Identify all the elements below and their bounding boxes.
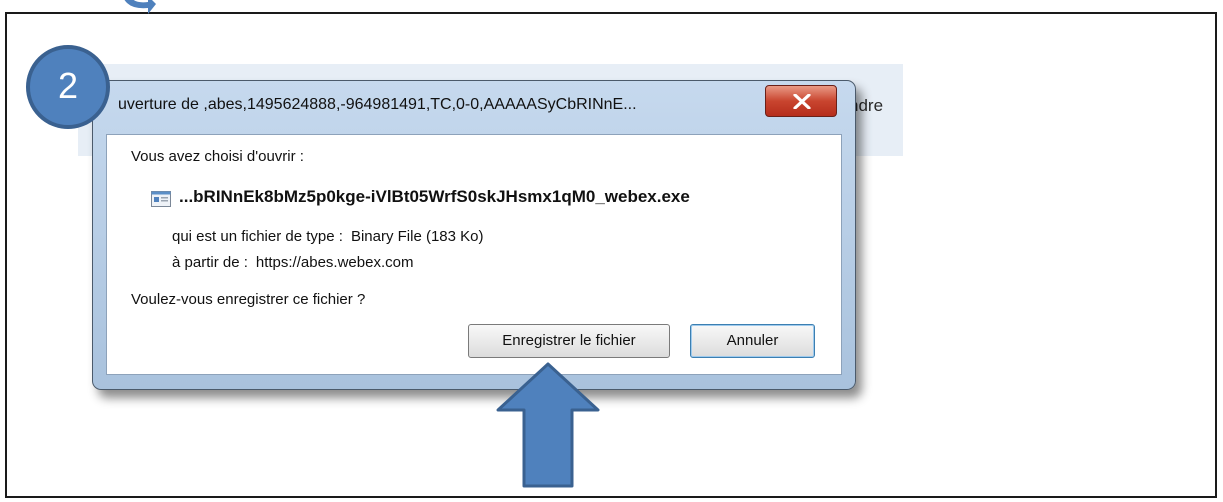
open-prompt: Vous avez choisi d'ouvrir : — [131, 148, 304, 165]
dialog-content: Vous avez choisi d'ouvrir : ...bRINnEk8b… — [106, 134, 842, 375]
file-source-value: https://abes.webex.com — [255, 254, 414, 271]
close-icon — [793, 94, 811, 109]
file-source-label: à partir de : — [172, 254, 248, 271]
dialog-title: uverture de ,abes,1495624888,-964981491,… — [118, 96, 637, 113]
cancel-button[interactable]: Annuler — [690, 324, 815, 358]
executable-file-icon — [151, 191, 171, 207]
file-type-row: qui est un fichier de type : Binary File … — [172, 228, 484, 245]
save-file-dialog: uverture de ,abes,1495624888,-964981491,… — [92, 80, 856, 390]
corner-arrow-icon — [124, 0, 156, 14]
step-number-badge: 2 — [26, 45, 110, 129]
up-arrow-icon — [496, 362, 600, 488]
file-name: ...bRINnEk8bMz5p0kge-iVlBt05WrfS0skJHsmx… — [179, 187, 690, 206]
save-question: Voulez-vous enregistrer ce fichier ? — [131, 291, 366, 308]
close-button[interactable] — [765, 85, 837, 117]
save-file-button[interactable]: Enregistrer le fichier — [468, 324, 670, 358]
file-source-row: à partir de : https://abes.webex.com — [172, 254, 413, 271]
file-type-value: Binary File (183 Ko) — [350, 228, 484, 245]
file-type-label: qui est un fichier de type : — [172, 228, 343, 245]
